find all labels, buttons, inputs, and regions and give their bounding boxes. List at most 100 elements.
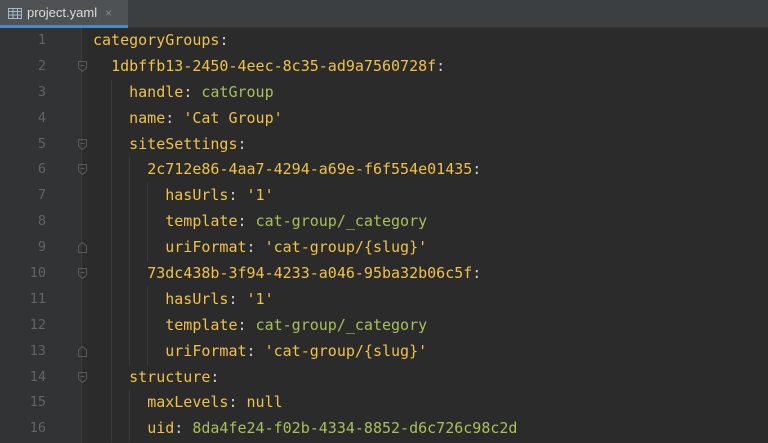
line-number: 7 <box>37 187 46 204</box>
line-number: 1 <box>37 32 46 48</box>
yaml-colon: : <box>228 289 238 308</box>
code-line[interactable]: name: 'Cat Group' <box>93 105 768 132</box>
indent-guide <box>111 79 113 106</box>
line-number: 3 <box>37 83 46 100</box>
indent-guide <box>111 235 113 262</box>
indent-guide <box>111 416 113 443</box>
code-line[interactable]: siteSettings: <box>93 131 768 158</box>
code-line[interactable]: 2c712e86-4aa7-4294-a69e-f6f554e01435: <box>93 157 768 184</box>
yaml-key: uriFormat <box>165 341 247 360</box>
indent-guide <box>129 209 131 236</box>
yaml-value: 'Cat Group' <box>183 108 283 127</box>
yaml-colon: : <box>237 134 247 153</box>
indent-guide <box>111 312 113 339</box>
code-line[interactable]: uriFormat: 'cat-group/{slug}' <box>93 235 768 262</box>
line-number: 13 <box>29 342 46 359</box>
fold-close-icon[interactable] <box>78 339 92 365</box>
yaml-key: name <box>129 108 166 127</box>
fold-open-icon[interactable] <box>78 365 92 391</box>
fold-open-icon[interactable] <box>78 157 92 183</box>
yaml-colon: : <box>237 212 247 231</box>
code-line[interactable]: uriFormat: 'cat-group/{slug}' <box>93 338 768 365</box>
indent-guide <box>111 338 113 365</box>
code-line[interactable]: 1dbffb13-2450-4eec-8c35-ad9a7560728f: <box>93 54 768 80</box>
code-line[interactable]: template: cat-group/_category <box>93 209 768 236</box>
indent-guide <box>129 312 131 339</box>
yaml-value: cat-group/_category <box>255 212 428 231</box>
yaml-colon: : <box>165 108 175 127</box>
code-line[interactable]: maxLevels: null <box>93 390 768 417</box>
yaml-key: categoryGroups <box>93 31 220 49</box>
line-number: 5 <box>37 135 46 152</box>
yaml-colon: : <box>436 56 446 75</box>
code-line[interactable]: template: cat-group/_category <box>93 312 768 339</box>
yaml-value: 'cat-group/{slug}' <box>264 238 428 257</box>
indent-guide <box>129 157 131 184</box>
code-line[interactable]: 73dc438b-3f94-4233-a046-95ba32b06c5f: <box>93 261 768 287</box>
yaml-colon: : <box>246 341 256 360</box>
yaml-key: uriFormat <box>165 238 247 257</box>
code-line[interactable]: categoryGroups: <box>93 28 768 54</box>
line-number: 6 <box>37 161 46 178</box>
line-number: 14 <box>29 368 46 385</box>
code-line[interactable]: handle: catGroup <box>93 79 768 106</box>
line-number: 16 <box>29 420 46 437</box>
indent-guide <box>129 390 131 417</box>
yaml-colon: : <box>237 315 247 334</box>
yaml-value: 'cat-group/{slug}' <box>264 341 428 360</box>
yaml-value: cat-group/_category <box>255 315 428 334</box>
yaml-value: 8da4fe24-f02b-4334-8852-d6c726c98c2d <box>192 419 518 438</box>
yaml-key: hasUrls <box>165 186 229 205</box>
code-area[interactable]: categoryGroups: 1dbffb13-2450-4eec-8c35-… <box>93 28 768 443</box>
indent-guide <box>147 338 149 365</box>
close-icon[interactable]: × <box>105 7 112 19</box>
line-number: 8 <box>37 213 46 230</box>
yaml-colon: : <box>246 238 256 257</box>
line-numbers: 1 2 3 4 5 6 7 8 9 10 11 12 13 14 15 16 <box>0 28 46 442</box>
yaml-key: 73dc438b-3f94-4233-a046-95ba32b06c5f <box>147 264 473 283</box>
fold-markers <box>78 28 92 442</box>
fold-open-icon[interactable] <box>78 54 92 80</box>
line-number: 2 <box>37 57 46 74</box>
indent-guide <box>129 416 131 443</box>
indent-guide <box>147 235 149 262</box>
code-line[interactable]: structure: <box>93 364 768 391</box>
yaml-key: maxLevels <box>147 393 229 412</box>
fold-close-icon[interactable] <box>78 235 92 261</box>
yaml-value: '1' <box>246 289 274 308</box>
line-number: 12 <box>29 316 46 333</box>
yaml-key: 2c712e86-4aa7-4294-a69e-f6f554e01435 <box>147 160 473 179</box>
tab-bar: project.yaml × <box>0 0 768 28</box>
fold-open-icon[interactable] <box>78 132 92 158</box>
yaml-key: template <box>165 315 238 334</box>
indent-guide <box>129 286 131 313</box>
indent-guide <box>147 312 149 339</box>
indent-guide <box>147 183 149 210</box>
code-line[interactable]: hasUrls: '1' <box>93 183 768 210</box>
code-line[interactable]: uid: 8da4fe24-f02b-4334-8852-d6c726c98c2… <box>93 416 768 443</box>
line-number: 9 <box>37 239 46 256</box>
fold-open-icon[interactable] <box>78 261 92 287</box>
indent-guide <box>147 209 149 236</box>
yaml-key: 1dbffb13-2450-4eec-8c35-ad9a7560728f <box>111 56 437 75</box>
indent-guide <box>111 261 113 287</box>
yaml-key: hasUrls <box>165 289 229 308</box>
line-number: 15 <box>29 394 46 411</box>
table-icon <box>8 7 22 19</box>
tab-project-yaml[interactable]: project.yaml × <box>0 0 128 28</box>
code-line[interactable]: hasUrls: '1' <box>93 286 768 313</box>
yaml-colon: : <box>228 393 238 412</box>
